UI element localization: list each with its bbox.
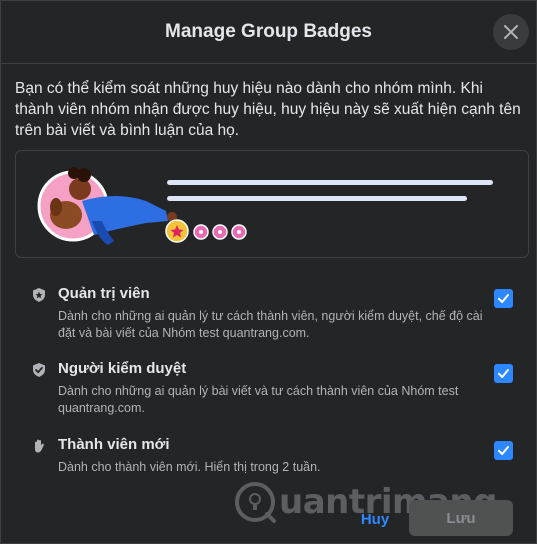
close-button[interactable]: [493, 14, 529, 50]
new-member-badge-checkbox[interactable]: [494, 441, 513, 460]
admin-badge-checkbox[interactable]: [494, 289, 513, 308]
watermark-logo-icon: [235, 482, 276, 523]
badge-title-new-member: Thành viên mới: [58, 436, 170, 453]
save-button[interactable]: Lưu: [409, 500, 513, 536]
cancel-button[interactable]: Huy: [347, 502, 403, 536]
badge-desc-new-member: Dành cho thành viên mới. Hiển thị trong …: [58, 460, 321, 474]
badges-illustration: [15, 150, 529, 258]
checkmark-icon: [498, 369, 509, 378]
close-icon: [504, 25, 518, 39]
badge-desc-moderator: Dành cho những ai quản lý bài viết và tư…: [58, 384, 459, 415]
badge-row-moderator: Người kiểm duyệt Dành cho những ai quản …: [1, 360, 537, 415]
badge-desc-admin: Dành cho những ai quản lý tư cách thành …: [58, 309, 483, 340]
illustration-graphic: [37, 167, 493, 245]
checkmark-icon: [498, 294, 509, 303]
waving-hand-icon: [35, 439, 44, 453]
intro-text: Bạn có thể kiểm soát những huy hiệu nào …: [15, 80, 521, 139]
checkmark-icon: [498, 446, 509, 455]
badge-row-new-member: Thành viên mới Dành cho thành viên mới. …: [1, 436, 537, 476]
manage-badges-dialog: Manage Group Badges Bạn có thể kiểm soát…: [0, 0, 537, 544]
admin-shield-star-icon: [33, 288, 45, 302]
badge-row-admin: Quản trị viên Dành cho những ai quản lý …: [1, 285, 537, 340]
badge-title-moderator: Người kiểm duyệt: [58, 360, 187, 377]
badge-title-admin: Quản trị viên: [58, 285, 150, 302]
moderator-badge-checkbox[interactable]: [494, 364, 513, 383]
dialog-title: Manage Group Badges: [165, 21, 372, 42]
moderator-shield-check-icon: [33, 363, 45, 377]
dialog-header: Manage Group Badges: [1, 1, 536, 64]
